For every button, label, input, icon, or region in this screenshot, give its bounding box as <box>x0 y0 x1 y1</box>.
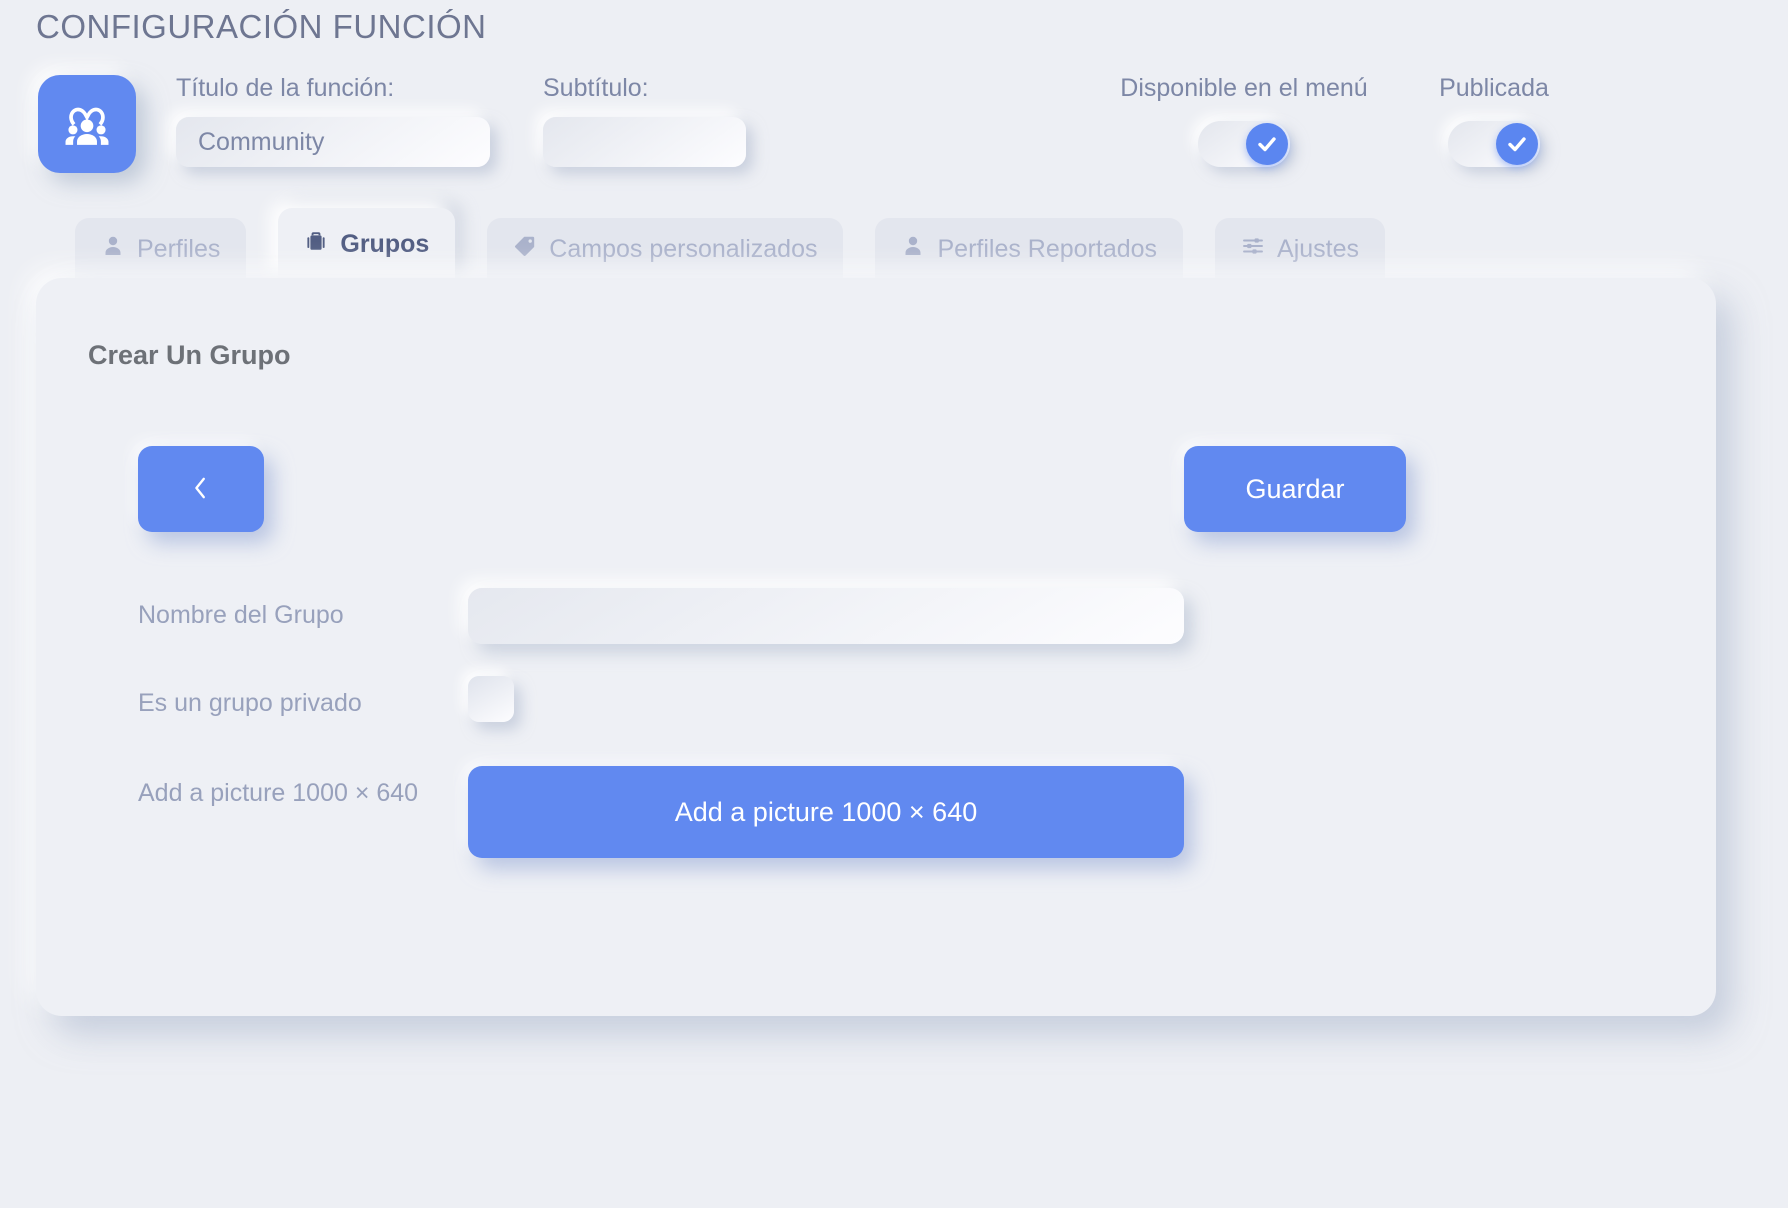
published-toggle[interactable] <box>1448 121 1540 167</box>
chevron-left-icon <box>190 472 212 507</box>
tab-campos-personalizados[interactable]: Campos personalizados <box>487 218 844 280</box>
form-row-add-picture: Add a picture 1000 × 640 Add a picture 1… <box>138 766 1250 858</box>
function-subtitle-input[interactable] <box>543 117 746 167</box>
app-root: CONFIGURACIÓN FUNCIÓN Título de la funci… <box>0 0 1788 1208</box>
tab-perfiles[interactable]: Perfiles <box>75 218 247 280</box>
published-group: Publicada <box>1400 74 1588 167</box>
form-row-private-group: Es un grupo privado <box>138 676 1250 722</box>
tab-bar: Perfiles Grupos Campos personalizados Pe… <box>75 208 1386 280</box>
tab-label: Ajustes <box>1277 234 1360 263</box>
menu-availability-toggle[interactable] <box>1198 121 1290 167</box>
function-title-label: Título de la función: <box>176 74 395 102</box>
tab-grupos[interactable]: Grupos <box>278 208 456 280</box>
form-row-group-name: Nombre del Grupo <box>138 588 1250 644</box>
tab-label: Campos personalizados <box>549 234 818 263</box>
function-subtitle-group: Subtítulo: <box>543 74 746 167</box>
toggle-knob <box>1246 123 1288 165</box>
function-title-group: Título de la función: <box>176 74 490 167</box>
add-picture-label: Add a picture 1000 × 640 <box>138 779 419 807</box>
add-picture-control: Add a picture 1000 × 640 <box>468 766 1250 858</box>
tab-ajustes[interactable]: Ajustes <box>1215 218 1386 280</box>
panel-heading: Crear Un Grupo <box>88 340 291 370</box>
community-family-icon <box>38 75 136 173</box>
function-subtitle-label: Subtítulo: <box>543 74 649 102</box>
private-group-label: Es un grupo privado <box>138 689 362 717</box>
function-title-input[interactable] <box>176 117 490 167</box>
tab-label: Grupos <box>340 229 430 258</box>
tag-icon <box>513 234 537 265</box>
group-name-input[interactable] <box>468 588 1184 644</box>
person-icon <box>901 234 925 265</box>
private-group-control <box>468 676 1250 722</box>
group-name-control <box>468 588 1250 644</box>
save-button[interactable]: Guardar <box>1184 446 1406 532</box>
person-icon <box>101 234 125 265</box>
briefcase-icon <box>304 229 328 260</box>
toggle-knob <box>1496 123 1538 165</box>
group-name-label: Nombre del Grupo <box>138 601 344 629</box>
tab-perfiles-reportados[interactable]: Perfiles Reportados <box>875 218 1184 280</box>
sliders-icon <box>1241 234 1265 265</box>
create-group-panel: Crear Un Grupo Guardar Nombre del Grupo … <box>36 278 1716 1016</box>
add-picture-button[interactable]: Add a picture 1000 × 640 <box>468 766 1184 858</box>
menu-availability-group: Disponible en el menú <box>1118 74 1370 167</box>
tab-label: Perfiles <box>137 234 221 263</box>
page-title: CONFIGURACIÓN FUNCIÓN <box>36 8 487 45</box>
private-group-checkbox[interactable] <box>468 676 514 722</box>
menu-availability-label: Disponible en el menú <box>1120 74 1368 102</box>
group-form: Nombre del Grupo Es un grupo privado Add… <box>138 588 1250 858</box>
back-button[interactable] <box>138 446 264 532</box>
tab-label: Perfiles Reportados <box>937 234 1158 263</box>
published-label: Publicada <box>1439 74 1549 102</box>
